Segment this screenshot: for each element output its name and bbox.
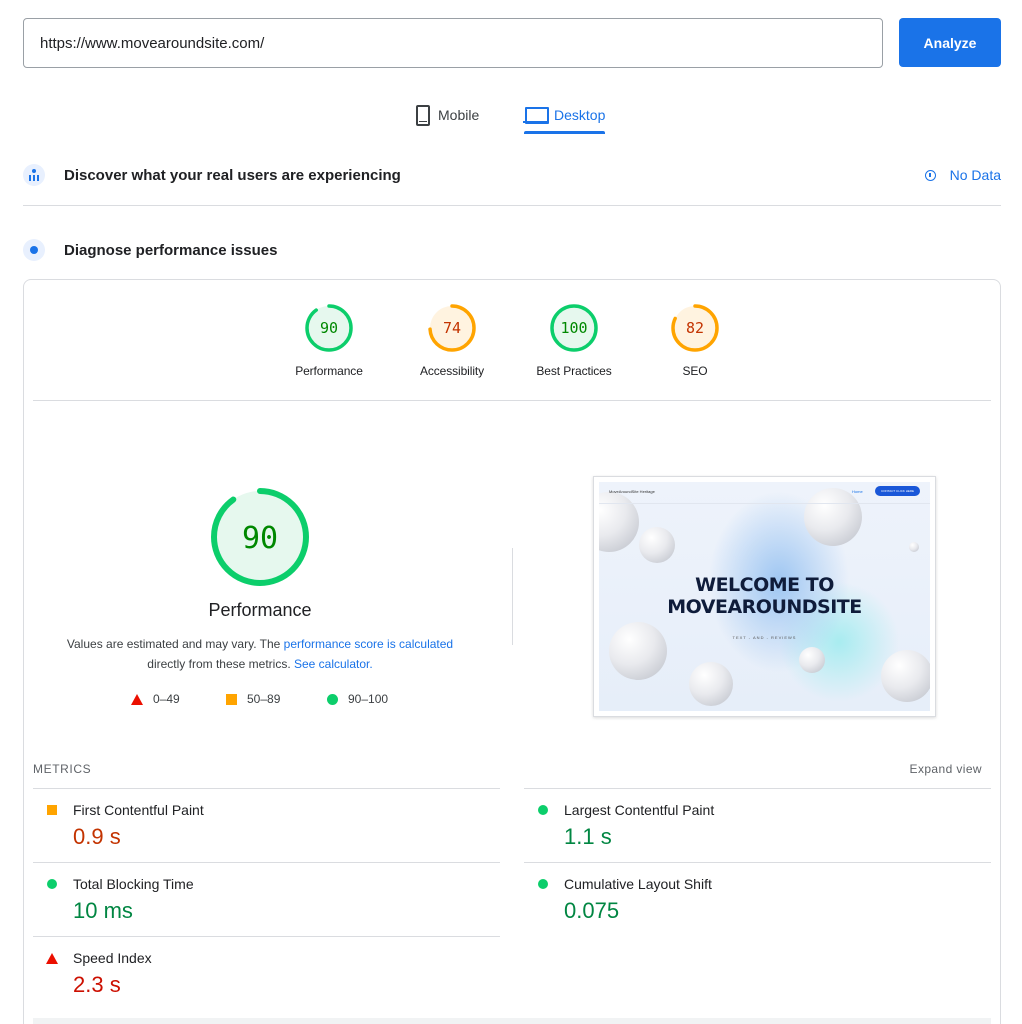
gauge-performance[interactable]: 90 Performance — [274, 302, 384, 378]
footer-bar — [33, 1018, 991, 1024]
tab-mobile-label: Mobile — [438, 107, 480, 123]
users-icon — [23, 164, 45, 186]
metric-divider — [33, 788, 500, 789]
url-input[interactable] — [23, 18, 883, 68]
metric-fcp: First Contentful Paint 0.9 s — [45, 802, 495, 850]
sphere-decoration — [689, 662, 733, 706]
screenshot-navbar: MoveAroundSite Heritage Home CONTACT CLI… — [599, 482, 930, 504]
gauge-accessibility[interactable]: 74 Accessibility — [397, 302, 507, 378]
gauge-label: Performance — [295, 364, 363, 378]
circle-icon — [47, 879, 57, 889]
screenshot-heading: WELCOME TO — [695, 574, 834, 596]
metric-value: 0.9 s — [73, 824, 121, 849]
real-users-section: Discover what your real users are experi… — [23, 160, 1001, 190]
analyze-button[interactable]: Analyze — [899, 18, 1001, 67]
gauge-label: SEO — [682, 364, 708, 378]
metric-cls: Cumulative Layout Shift 0.075 — [536, 876, 986, 924]
metric-divider — [524, 862, 991, 863]
gauge-ring: 90 — [305, 304, 353, 352]
performance-title: Performance — [208, 600, 312, 620]
gauge-value: 100 — [560, 319, 587, 337]
legend-label: 90–100 — [348, 692, 389, 706]
screenshot-cta: CONTACT CLICK HERE — [875, 486, 920, 496]
metrics-heading: METRICS — [33, 762, 92, 776]
screenshot-heading: MOVEAROUNDSITE — [667, 596, 862, 618]
metric-value: 0.075 — [564, 898, 620, 923]
metric-value: 1.1 s — [564, 824, 612, 849]
info-icon — [924, 169, 936, 181]
performance-gauge-large: 90 — [211, 488, 309, 586]
metric-value: 10 ms — [73, 898, 133, 923]
desc-text: directly from these metrics. — [147, 657, 294, 671]
metric-name: Cumulative Layout Shift — [564, 876, 712, 892]
performance-score: 90 — [242, 521, 278, 556]
metric-speed-index: Speed Index 2.3 s — [45, 950, 495, 998]
legend-pass: 90–100 — [327, 692, 388, 706]
gauge-value: 90 — [320, 319, 338, 337]
gauge-seo[interactable]: 82 SEO — [640, 302, 750, 378]
diagnose-title: Diagnose performance issues — [64, 241, 278, 259]
metric-name: First Contentful Paint — [73, 802, 204, 818]
tab-desktop-label: Desktop — [554, 107, 606, 123]
gauge-label: Accessibility — [419, 364, 485, 378]
metric-lcp: Largest Contentful Paint 1.1 s — [536, 802, 986, 850]
triangle-icon — [131, 693, 143, 705]
diagnose-section: Diagnose performance issues — [23, 235, 1001, 265]
circle-icon — [538, 879, 548, 889]
performance-description: Values are estimated and may vary. The p… — [0, 634, 520, 674]
screenshot-logo: MoveAroundSite Heritage — [609, 489, 655, 494]
metric-name: Largest Contentful Paint — [564, 802, 715, 818]
laptop-icon — [523, 107, 549, 124]
metric-divider — [33, 862, 500, 863]
sphere-decoration — [909, 542, 919, 552]
real-users-title: Discover what your real users are experi… — [64, 166, 401, 184]
square-icon — [226, 693, 237, 705]
square-icon — [47, 805, 57, 815]
sphere-decoration — [799, 647, 825, 673]
sphere-decoration — [609, 622, 667, 680]
gauge-ring: 100 — [550, 304, 598, 352]
gauge-ring: 74 — [428, 304, 476, 352]
sphere-decoration — [639, 527, 675, 563]
metric-divider — [524, 788, 991, 789]
gauge-value: 82 — [686, 319, 704, 337]
metric-name: Speed Index — [73, 950, 152, 966]
legend-label: 0–49 — [153, 692, 180, 706]
sphere-decoration — [881, 650, 930, 702]
phone-icon — [416, 104, 430, 126]
metric-value: 2.3 s — [73, 972, 121, 997]
metric-divider — [33, 936, 500, 937]
legend-label: 50–89 — [247, 692, 281, 706]
vertical-divider — [512, 548, 513, 645]
expand-view-button[interactable]: Expand view — [910, 762, 982, 776]
circle-icon — [327, 693, 338, 705]
tab-mobile[interactable]: Mobile — [416, 96, 479, 134]
see-calculator-link[interactable]: See calculator. — [294, 657, 373, 671]
section-divider — [23, 205, 1001, 206]
screenshot-subtitle: TEXT - AND - REVIEWS — [732, 635, 797, 640]
circle-icon — [538, 805, 548, 815]
triangle-icon — [46, 952, 58, 964]
lighthouse-icon — [23, 239, 45, 261]
gauge-label: Best Practices — [536, 364, 612, 378]
desc-text: Values are estimated and may vary. The — [66, 637, 284, 651]
gauge-value: 74 — [443, 319, 461, 337]
gauge-best-practices[interactable]: 100 Best Practices — [519, 302, 629, 378]
no-data-link[interactable]: No Data — [924, 167, 1001, 183]
legend-average: 50–89 — [226, 692, 280, 706]
score-calculated-link[interactable]: performance score is calculated — [284, 637, 453, 651]
no-data-label: No Data — [949, 167, 1001, 183]
metric-tbt: Total Blocking Time 10 ms — [45, 876, 495, 924]
gauge-ring: 82 — [671, 304, 719, 352]
screenshot-home-link: Home — [852, 489, 863, 494]
score-gauges: 90 Performance 74 Accessibility 100 Best… — [0, 302, 1022, 382]
gauges-divider — [33, 400, 991, 401]
metric-name: Total Blocking Time — [73, 876, 194, 892]
page-screenshot[interactable]: MoveAroundSite Heritage Home CONTACT CLI… — [593, 476, 936, 717]
screenshot-content: MoveAroundSite Heritage Home CONTACT CLI… — [599, 482, 930, 711]
tab-desktop[interactable]: Desktop — [523, 96, 606, 134]
legend-fail: 0–49 — [131, 692, 180, 706]
